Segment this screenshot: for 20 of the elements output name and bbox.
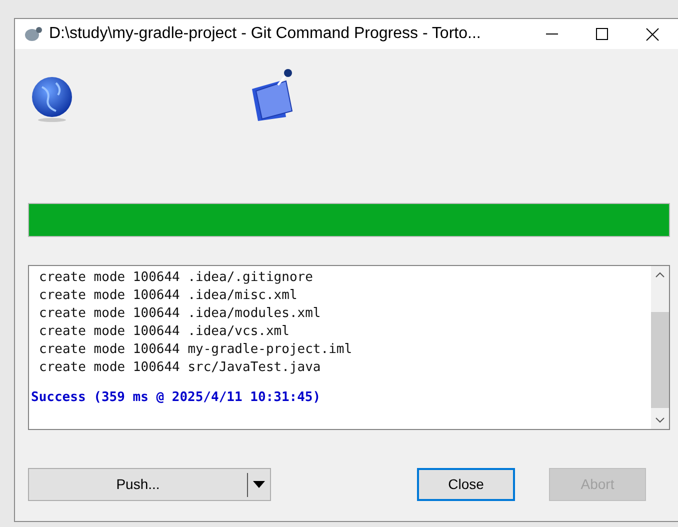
close-button[interactable]: Close [417,468,515,501]
success-message: Success (359 ms @ 2025/4/11 10:31:45) [31,389,322,407]
scrollbar[interactable] [651,266,669,429]
log-line: create mode 100644 src/JavaTest.java [38,359,322,377]
log-line: create mode 100644 .idea/.gitignore [38,269,314,287]
log-line: create mode 100644 .idea/modules.xml [38,305,322,323]
window-title: D:\study\my-gradle-project - Git Command Progress - Torto... [49,24,482,44]
app-icon [23,26,43,42]
log-line: create mode 100644 .idea/misc.xml [38,287,298,305]
scroll-thumb[interactable] [651,312,669,408]
maximize-icon [596,28,608,40]
push-button[interactable]: Push... [29,474,247,495]
scroll-up-icon[interactable] [655,272,665,278]
log-line: create mode 100644 .idea/vcs.xml [38,323,290,341]
close-icon [646,28,658,40]
log-line: create mode 100644 my-gradle-project.iml [38,341,354,359]
push-split-button[interactable]: Push... [28,468,271,501]
dropdown-caret-icon[interactable] [253,481,265,488]
scroll-down-icon[interactable] [655,417,665,423]
minimize-icon [546,33,558,35]
